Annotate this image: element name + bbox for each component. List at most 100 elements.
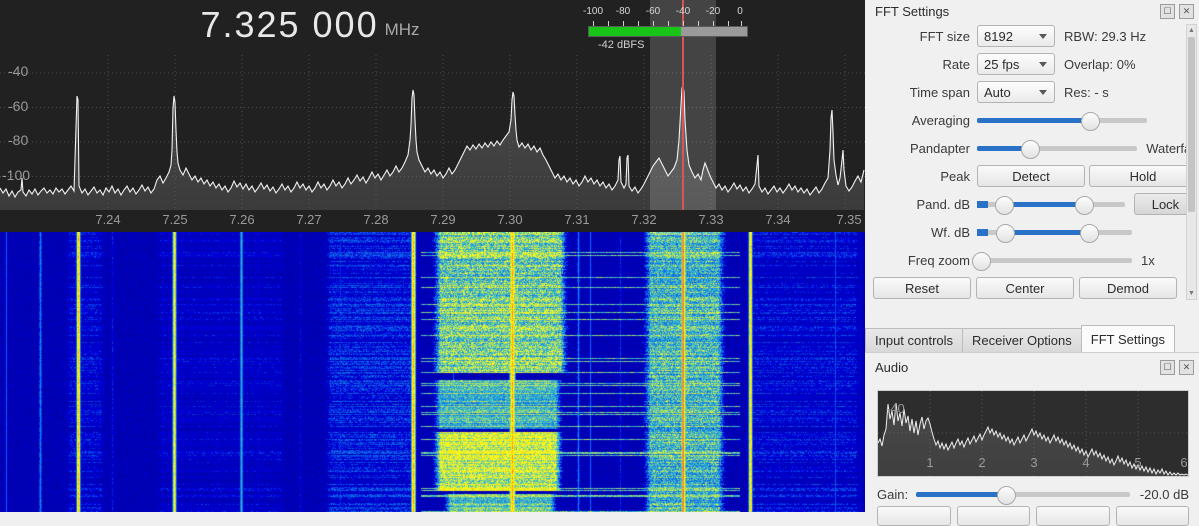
freq-tick-label: 7.28 (363, 212, 389, 227)
time-span-value: Auto (984, 84, 1011, 100)
fft-panel-title-label: FFT Settings (875, 4, 950, 19)
waterfall-display[interactable] (0, 232, 865, 512)
fft-settings-panel: FFT Settings ☐ ✕ FFT size 8192 RBW: 29.3… (865, 0, 1199, 325)
slider-knob[interactable] (1080, 111, 1100, 131)
freq-tick-label: 7.25 (162, 212, 188, 227)
signal-meter: -100 -80 -60 -40 -20 0 -42 dBFS (583, 6, 748, 51)
freq-tick-label: 7.34 (765, 212, 791, 227)
freq-tick-label: 7.30 (497, 212, 523, 227)
pandapter-label: Pandapter (910, 140, 970, 156)
center-button[interactable]: Center (976, 277, 1074, 299)
panel-title-buttons: ☐ ✕ (1160, 360, 1194, 375)
gqrx-window: 7.325 000 MHz -100 -80 -60 -40 -20 0 -42… (0, 0, 1199, 526)
tab-input-controls[interactable]: Input controls (865, 328, 964, 352)
audio-x-label: 5 (1134, 455, 1141, 470)
float-icon[interactable]: ☐ (1160, 4, 1175, 19)
slider-knob[interactable] (1021, 139, 1041, 159)
fft-size-label: FFT size (919, 28, 970, 44)
resolution-info: Res: - s (1064, 84, 1109, 100)
fft-size-row: FFT size 8192 RBW: 29.3 Hz (865, 22, 1199, 50)
scroll-up-icon[interactable]: ▲ (1187, 25, 1196, 36)
freq-tick-label: 7.35 (836, 212, 862, 227)
freq-tick-label: 7.32 (631, 212, 657, 227)
wf-db-range-slider[interactable] (977, 221, 1132, 243)
scrollbar-thumb[interactable] (1188, 37, 1195, 212)
slider-knob-low[interactable] (996, 223, 1016, 243)
frequency-readout[interactable]: 7.325 000 MHz (0, 4, 620, 46)
rate-label: Rate (942, 56, 970, 72)
meter-value-label: -42 dBFS (598, 39, 645, 51)
rate-combo[interactable]: 25 fps (977, 53, 1055, 75)
fft-settings-body: FFT size 8192 RBW: 29.3 Hz Rate 25 fps O… (865, 22, 1199, 302)
freq-zoom-row: Freq zoom 1x (865, 246, 1199, 274)
slider-knob-high[interactable] (1075, 195, 1094, 215)
dock-tab-bar[interactable]: Input controls Receiver Options FFT Sett… (865, 325, 1199, 353)
averaging-slider[interactable] (977, 109, 1147, 131)
freq-tick-label: 7.31 (564, 212, 590, 227)
audio-button-1[interactable] (877, 506, 951, 526)
close-icon[interactable]: ✕ (1179, 4, 1194, 19)
pand-db-label: Pand. dB (916, 196, 971, 212)
audio-button-3[interactable] (1036, 506, 1110, 526)
slider-track (977, 111, 1147, 131)
meter-scale: -100 -80 -60 -40 -20 0 (583, 6, 748, 21)
sdr-display-area[interactable]: 7.325 000 MHz -100 -80 -60 -40 -20 0 -42… (0, 0, 865, 512)
freq-tick-label: 7.27 (296, 212, 322, 227)
pand-db-range-slider[interactable] (977, 193, 1125, 215)
audio-button-2[interactable] (956, 506, 1030, 526)
audio-x-label: 3 (1030, 455, 1037, 470)
slider-knob[interactable] (997, 485, 1017, 505)
panel-title-buttons: ☐ ✕ (1160, 4, 1194, 19)
averaging-row: Averaging (865, 106, 1199, 134)
rbw-info: RBW: 29.3 Hz (1064, 28, 1147, 44)
meter-tick-label: -40 (675, 6, 691, 17)
slider-fill (916, 491, 1006, 497)
audio-y-label: -40 (886, 401, 905, 416)
right-dock: FFT Settings ☐ ✕ FFT size 8192 RBW: 29.3… (865, 0, 1199, 526)
db-tick-label: -100 (2, 167, 31, 183)
meter-tick-label: -20 (705, 6, 721, 17)
slider-track (916, 485, 1130, 505)
peak-detect-button[interactable]: Detect (977, 165, 1085, 187)
close-icon[interactable]: ✕ (1179, 360, 1194, 375)
freq-zoom-label: Freq zoom (907, 252, 970, 268)
chevron-down-icon (1039, 34, 1047, 39)
float-icon[interactable]: ☐ (1160, 360, 1175, 375)
meter-tick-label: 0 (737, 6, 743, 17)
slider-knob-low[interactable] (995, 195, 1015, 215)
peak-hold-button[interactable]: Hold (1089, 165, 1197, 187)
scroll-down-icon[interactable]: ▼ (1187, 288, 1196, 299)
db-tick-label: -60 (8, 98, 29, 114)
pand-db-row: Pand. dB Lock (865, 190, 1199, 218)
rate-row: Rate 25 fps Overlap: 0% (865, 50, 1199, 78)
pandapter-slider[interactable] (977, 137, 1138, 159)
db-tick-label: -40 (8, 63, 29, 79)
frequency-value: 7.325 000 (200, 4, 379, 45)
demod-button[interactable]: Demod (1079, 277, 1177, 299)
wf-db-row: Wf. dB (865, 218, 1199, 246)
fft-size-combo[interactable]: 8192 (977, 25, 1055, 47)
meter-fill (589, 27, 681, 36)
fft-panel-scrollbar[interactable]: ▲ ▼ (1186, 24, 1197, 300)
slider-fill (1003, 201, 1084, 207)
audio-button-4[interactable] (1115, 506, 1189, 526)
audio-panel: Audio ☐ ✕ -40 1 2 3 4 5 6 Gain: -20.0 dB (865, 356, 1199, 526)
audio-gain-label: Gain: (877, 486, 909, 502)
audio-panel-title-label: Audio (875, 360, 909, 375)
rf-spectrum-plot[interactable]: 7.325 000 MHz -100 -80 -60 -40 -20 0 -42… (0, 0, 865, 232)
tab-fft-settings[interactable]: FFT Settings (1080, 325, 1175, 352)
averaging-label: Averaging (911, 112, 970, 128)
freq-zoom-slider[interactable] (971, 249, 1132, 271)
slider-knob-high[interactable] (1080, 223, 1100, 243)
tab-receiver-options[interactable]: Receiver Options (962, 328, 1082, 352)
db-tick-label: -80 (8, 132, 29, 148)
reset-button[interactable]: Reset (873, 277, 971, 299)
meter-tick-label: -80 (615, 6, 631, 17)
wf-db-label: Wf. dB (930, 224, 970, 240)
time-span-combo[interactable]: Auto (977, 81, 1055, 103)
slider-knob[interactable] (971, 251, 991, 271)
audio-spectrum-plot[interactable]: -40 1 2 3 4 5 6 (877, 390, 1189, 477)
audio-gain-value: -20.0 dB (1139, 486, 1189, 502)
audio-gain-slider[interactable] (916, 483, 1130, 505)
time-span-row: Time span Auto Res: - s (865, 78, 1199, 106)
